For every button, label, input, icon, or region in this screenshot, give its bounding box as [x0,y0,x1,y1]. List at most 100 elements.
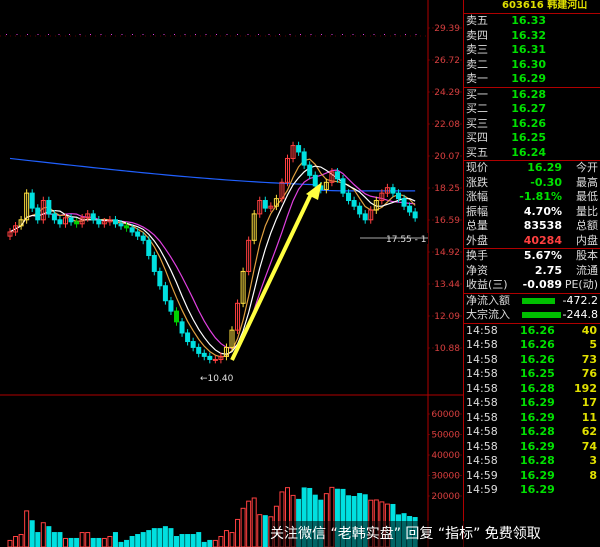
candle-body [407,205,413,213]
candle-body [396,192,401,200]
quote-row: 总量 83538 总额 [464,219,600,234]
tick-time: 14:58 [466,454,498,467]
candle-body [129,227,135,233]
ask-label: 卖五 [466,14,488,27]
candle-body [301,151,307,166]
candle-body [96,219,102,225]
bid-price: 16.28 [511,87,546,101]
tick-time: 14:58 [466,323,498,337]
bid-price: 16.26 [511,116,546,130]
volume-bar [124,539,130,547]
stats-value: -0.089 [522,278,562,291]
bid-row: 买五 16.24 [464,146,600,161]
volume-bar [79,532,85,547]
flow-label: 大宗流入 [466,308,510,321]
tick-row[interactable]: 14:58 16.29 11 [464,411,600,426]
candle-body [357,205,363,215]
candle-body [29,192,35,209]
annotations: ←10.40 17.55 - 1 [200,182,428,384]
tick-list[interactable]: 14:58 16.26 40 14:58 16.26 5 14:58 16.26 73 14:58… [464,322,600,498]
volume-bar [201,541,207,547]
candle-body [185,332,191,343]
tick-row[interactable]: 14:58 16.26 40 [464,324,600,339]
tick-row[interactable]: 14:59 16.29 8 [464,469,600,484]
volume-bar [157,528,163,547]
tick-volume: 11 [581,410,597,424]
stats-row: 净资 2.75 流通 [464,264,600,279]
volume-bar [190,534,196,547]
volume-bar [29,520,35,547]
candle-body [146,239,152,257]
price-axis-label: 14.92 [434,248,460,258]
quote-label: 涨幅 [466,190,488,203]
tick-row[interactable]: 14:58 16.28 62 [464,425,600,440]
ask-price: 16.29 [511,72,546,85]
tick-row[interactable]: 14:58 16.26 73 [464,353,600,368]
top-marker [394,34,396,35]
volume-axis-label: 40000 [431,451,460,461]
chart-grid [0,0,463,547]
quote-label: 总量 [466,219,488,232]
candle-body [174,310,179,323]
volume-bar [90,537,96,547]
top-marker [415,34,417,35]
ask-price: 16.32 [511,28,546,42]
bid-label: 买四 [466,131,488,144]
candle-body [262,200,268,209]
tick-row[interactable]: 14:58 16.29 17 [464,396,600,411]
tick-row[interactable]: 14:58 16.28 3 [464,454,600,469]
quote-block: 现价 16.29 今开 涨跌 -0.30 最高 涨幅 -1.81% 最低 振幅 4.70% 量比 总量 8… [464,160,600,248]
volume-bar [107,535,113,547]
ask-row: 卖二 16.30 [464,58,600,73]
tick-volume: 3 [589,454,597,467]
top-marker [111,34,112,35]
volume-bar [146,530,152,547]
bid-price: 16.27 [511,102,546,115]
ask-row: 卖一 16.29 [464,72,600,87]
flow-bar [522,297,555,304]
tick-volume: 73 [581,352,597,366]
volume-bar [251,497,257,547]
volume-bar [118,541,124,547]
tick-row[interactable]: 14:58 16.29 74 [464,440,600,455]
trend-arrow-shaft [230,191,314,361]
tick-price: 16.25 [520,367,555,380]
volume-bar [101,537,107,547]
price-axis: 29.39 26.72 24.29 22.08 20.07 18.25 16.59 14.92… [428,24,463,354]
candle-body [401,198,407,207]
top-marker [237,34,238,35]
candle-body [196,346,202,354]
tick-price: 16.26 [520,323,555,337]
volume-bar [46,526,52,547]
stats-row: 换手 5.67% 股本 [464,249,600,264]
volume-bar [151,528,157,547]
price-axis-label: 13.44 [434,280,460,290]
tick-row[interactable]: 14:58 16.28 192 [464,382,600,397]
tick-row[interactable]: 14:58 16.26 5 [464,338,600,353]
tick-price: 16.29 [520,396,555,409]
stats-label: 收益(三) [466,278,508,291]
tick-row[interactable]: 14:58 16.25 76 [464,367,600,382]
price-axis-label: 26.72 [434,56,460,66]
tick-row[interactable]: 14:59 16.29 [464,483,600,498]
tick-price: 16.29 [520,468,555,482]
tick-price: 16.28 [520,381,555,395]
ask-label: 卖二 [466,57,488,71]
stats-label2: PE(动) [564,278,598,291]
stats-block: 换手 5.67% 股本 净资 2.75 流通 收益(三) -0.089 PE(动) [464,248,600,293]
tick-price: 16.29 [520,410,555,424]
bid-label: 买二 [466,102,488,115]
candle-body [57,219,63,225]
quote-label2: 总额 [576,219,598,232]
top-marker [6,34,7,35]
top-marker [163,34,165,35]
quote-row: 外盘 40284 内盘 [464,234,600,249]
stats-label: 换手 [466,249,488,262]
volume-bar [135,534,141,547]
volume-bar [140,532,146,547]
price-axis-label: 16.59 [434,216,460,226]
volume-bar [262,515,268,547]
candle-body [307,164,313,176]
candle-body [201,352,207,357]
candlestick-chart[interactable]: 29.39 26.72 24.29 22.08 20.07 18.25 16.59 14.92… [0,0,463,547]
